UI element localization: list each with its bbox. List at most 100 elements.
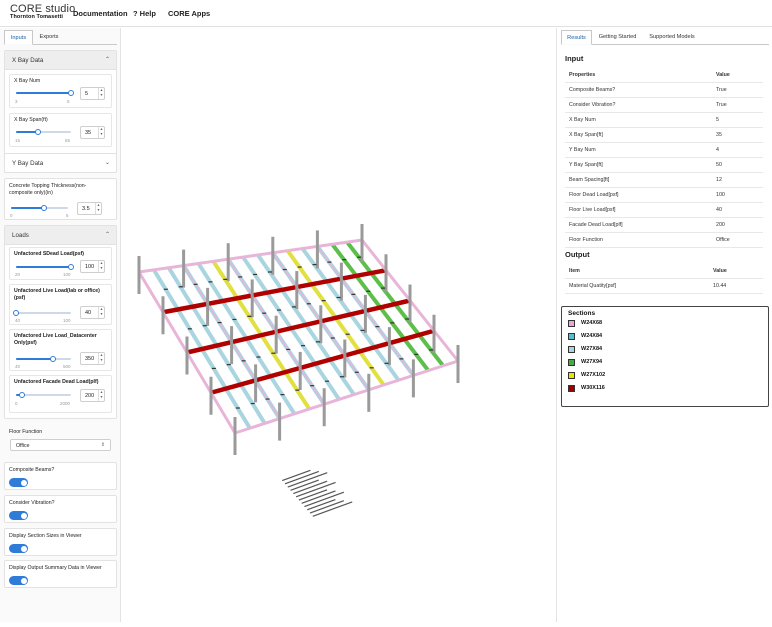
section-size-tag <box>265 398 270 400</box>
slider-handle[interactable] <box>18 392 25 398</box>
property-name: Composite Beams? <box>569 87 616 93</box>
x-bay-num-input[interactable]: 5 ▲ ▼ <box>80 87 105 100</box>
toggle-knob <box>20 577 27 584</box>
table-row: Material Quatity[psf] 10.44 <box>565 279 763 294</box>
section-size-tag <box>330 337 335 339</box>
stepper-icon[interactable]: ▲ ▼ <box>98 127 104 138</box>
section-size-tag <box>235 407 240 409</box>
slider-handle[interactable] <box>13 310 19 316</box>
stepper-icon[interactable]: ▲ ▼ <box>98 307 104 318</box>
tab-exports[interactable]: Exports <box>34 30 64 45</box>
x-bay-span-input[interactable]: 35 ▲ ▼ <box>80 126 105 139</box>
legend-swatch <box>568 333 575 340</box>
legend-label: W24X84 <box>581 333 603 339</box>
tab-supported-models[interactable]: Supported Models <box>644 30 700 45</box>
display-section-sizes-toggle[interactable] <box>9 544 28 553</box>
properties-header: Properties <box>569 72 596 78</box>
floor-function-select[interactable]: Office ⇕ <box>10 439 111 451</box>
stepper-icon[interactable]: ▲ ▼ <box>95 203 101 214</box>
inputs-panel: Inputs Exports X Bay Data ⌃ X Bay Num 3 … <box>0 28 121 622</box>
stepper-icon[interactable]: ▲ ▼ <box>98 390 104 401</box>
chevron-up-icon[interactable]: ⌃ <box>105 231 110 238</box>
section-size-tag <box>405 318 410 320</box>
facade-load-slider[interactable] <box>16 392 71 398</box>
property-name: Facade Dead Load[plf] <box>569 222 623 228</box>
property-value: 5 <box>716 117 719 123</box>
nav-help[interactable]: ? Help <box>133 9 156 18</box>
table-row: Composite Beams? True <box>565 83 763 98</box>
section-size-tag <box>238 276 243 278</box>
sdead-load-slider[interactable] <box>16 264 74 270</box>
slider-fill <box>16 92 71 94</box>
live-load-slider[interactable] <box>13 310 71 316</box>
3d-viewer[interactable] <box>122 28 555 622</box>
table-row: X Bay Span[ft] 35 <box>565 128 763 143</box>
chevron-down-icon[interactable]: ⌄ <box>105 159 110 166</box>
property-name: Floor Function <box>569 237 603 243</box>
nav-documentation[interactable]: Documentation <box>73 9 128 18</box>
topping-slider[interactable] <box>11 205 68 211</box>
consider-vibration-toggle[interactable] <box>9 511 28 520</box>
stepper-icon[interactable]: ▲ ▼ <box>98 261 104 272</box>
property-value: True <box>716 102 727 108</box>
legend-swatch <box>568 320 575 327</box>
tab-results[interactable]: Results <box>561 30 592 45</box>
datacenter-load-value: 350 <box>85 356 95 362</box>
slider-handle[interactable] <box>35 129 41 135</box>
x-bay-span-slider[interactable] <box>16 129 71 135</box>
property-value: 200 <box>716 222 725 228</box>
output-item: Material Quatity[psf] <box>569 283 617 289</box>
composite-beams-toggle[interactable] <box>9 478 28 487</box>
section-size-tag <box>336 296 341 299</box>
sdead-load-input[interactable]: 100 ▲ ▼ <box>80 260 105 273</box>
section-size-tag <box>399 358 404 360</box>
section-size-tag <box>381 287 386 289</box>
output-table-header: Item Value <box>565 264 763 279</box>
display-output-summary-toggle[interactable] <box>9 576 28 585</box>
legend-swatch <box>568 372 575 379</box>
slider-handle[interactable] <box>49 356 56 362</box>
property-value: True <box>716 87 727 93</box>
table-row: Floor Dead Load[psf] 100 <box>565 188 763 203</box>
slider-min: 0 <box>10 213 13 218</box>
live-load-input[interactable]: 40 ▲ ▼ <box>80 306 105 319</box>
slider-fill <box>16 266 71 268</box>
loads-header[interactable]: Loads ⌃ <box>5 226 116 245</box>
section-size-tag <box>342 259 347 261</box>
slider-handle[interactable] <box>41 205 48 211</box>
slider-handle[interactable] <box>68 264 74 270</box>
property-value: 35 <box>716 132 722 138</box>
nav-core-apps[interactable]: CORE Apps <box>168 9 210 18</box>
tab-getting-started[interactable]: Getting Started <box>594 30 641 45</box>
section-size-tag <box>312 263 317 266</box>
slider-handle[interactable] <box>68 90 74 96</box>
chevron-up-icon[interactable]: ⌃ <box>105 56 110 63</box>
y-bay-card[interactable]: Y Bay Data ⌄ <box>4 153 117 173</box>
consider-vibration-label: Consider Vibration? <box>9 500 55 506</box>
sections-legend: Sections W24X68 W24X84 W27X84 W27X94 W27X102… <box>561 306 769 407</box>
composite-beams-group: Composite Beams? <box>4 462 117 490</box>
slider-min: 40 <box>15 364 21 369</box>
section-size-tag <box>366 290 371 292</box>
topping-input[interactable]: 3.5 ▲ ▼ <box>77 202 102 215</box>
slider-min: 15 <box>15 138 21 143</box>
property-name: Beam Spacing[ft] <box>569 177 610 183</box>
datacenter-load-input[interactable]: 350 ▲ ▼ <box>80 352 105 365</box>
tab-inputs[interactable]: Inputs <box>4 30 33 45</box>
x-bay-num-slider[interactable] <box>16 90 74 96</box>
section-size-tag <box>315 341 320 343</box>
structural-model-canvas[interactable] <box>122 28 555 622</box>
datacenter-load-label: Unfactored Live Load_Datacenter Only(psf… <box>14 333 97 346</box>
y-bay-title: Y Bay Data <box>12 160 44 167</box>
property-name: X Bay Span[ft] <box>569 132 603 138</box>
datacenter-load-slider[interactable] <box>16 356 71 362</box>
facade-load-input[interactable]: 200 ▲ ▼ <box>80 389 105 402</box>
slider-min: 20 <box>15 272 21 277</box>
x-bay-header[interactable]: X Bay Data ⌃ <box>5 51 116 70</box>
table-row: Floor Function Office <box>565 233 763 248</box>
slider-max: 2000 <box>60 401 71 406</box>
summary-line <box>295 481 336 498</box>
stepper-icon[interactable]: ▲ ▼ <box>98 88 104 99</box>
stepper-icon[interactable]: ▲ ▼ <box>98 353 104 364</box>
x-bay-num-value: 5 <box>85 91 89 97</box>
